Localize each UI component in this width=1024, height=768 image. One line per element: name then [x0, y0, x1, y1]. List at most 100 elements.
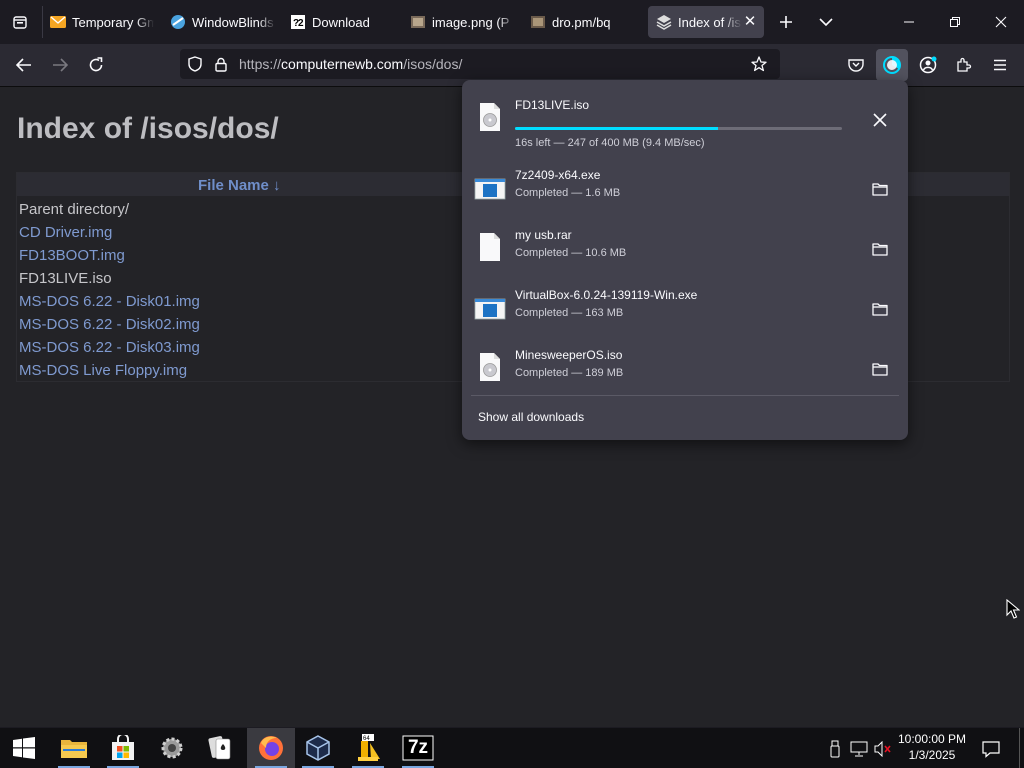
- download-item[interactable]: MinesweeperOS.iso Completed — 189 MB: [462, 340, 908, 400]
- taskbar-store[interactable]: [99, 728, 147, 768]
- list-all-tabs-button[interactable]: [814, 10, 838, 34]
- file-link[interactable]: MS-DOS 6.22 - Disk02.img: [19, 316, 200, 333]
- folder-icon: [872, 183, 888, 196]
- mouse-cursor-icon: [1006, 599, 1020, 619]
- taskbar-solitaire[interactable]: [196, 728, 244, 768]
- stack-icon: [656, 14, 672, 30]
- reload-icon: [89, 57, 103, 72]
- taskbar-7zip[interactable]: 7z: [394, 728, 442, 768]
- usb-tray-icon[interactable]: [826, 740, 844, 758]
- new-tab-button[interactable]: [774, 10, 798, 34]
- download-file-name: FD13LIVE.iso: [515, 98, 590, 112]
- taskbar-firefox[interactable]: [247, 728, 295, 768]
- taskbar-settings[interactable]: [148, 728, 196, 768]
- windows-taskbar: 64 7z 10:00:00 PM 1/3/2025: [0, 728, 1024, 768]
- download-progress-bar: [515, 127, 842, 130]
- action-center-button[interactable]: [982, 740, 1000, 758]
- show-in-folder-button[interactable]: [868, 237, 892, 261]
- plus-icon: [780, 16, 792, 28]
- download-status: Completed — 1.6 MB: [515, 187, 621, 199]
- show-desktop-button[interactable]: [1019, 728, 1024, 768]
- taskbar-app-64[interactable]: 64: [344, 728, 392, 768]
- download-file-name: VirtualBox-6.0.24-139119-Win.exe: [515, 288, 698, 302]
- disc-image-icon: [480, 353, 500, 381]
- tab-close-icon[interactable]: ✕: [742, 14, 758, 30]
- download-progress-icon: [883, 56, 901, 74]
- volume-muted-tray-icon[interactable]: [874, 740, 892, 758]
- downloads-button[interactable]: [876, 49, 908, 81]
- tab-separator: [42, 6, 43, 38]
- folder-icon: [872, 363, 888, 376]
- download-item[interactable]: VirtualBox-6.0.24-139119-Win.exe Complet…: [462, 280, 908, 340]
- tab-dro-pm[interactable]: dro.pm/bq: [530, 6, 640, 38]
- close-window-button[interactable]: [978, 4, 1024, 40]
- download-site-icon: ? 2: [290, 14, 306, 30]
- pocket-icon: [848, 59, 864, 72]
- hamburger-menu-icon: [994, 59, 1006, 71]
- download-status: Completed — 163 MB: [515, 307, 624, 319]
- settings-gear-icon: [161, 737, 183, 759]
- show-in-folder-button[interactable]: [868, 357, 892, 381]
- taskbar-clock[interactable]: 10:00:00 PM 1/3/2025: [896, 731, 968, 763]
- account-button[interactable]: [914, 51, 942, 79]
- file-link[interactable]: FD13BOOT.img: [19, 247, 125, 264]
- pocket-button[interactable]: [842, 51, 870, 79]
- file-link[interactable]: MS-DOS Live Floppy.img: [19, 362, 187, 379]
- start-icon: [13, 737, 35, 759]
- tab-windowblinds[interactable]: WindowBlinds: [170, 6, 276, 38]
- clock-time: 10:00:00 PM: [897, 732, 967, 746]
- url-scheme: https://: [239, 56, 282, 72]
- mail-icon: [50, 14, 66, 30]
- show-in-folder-button[interactable]: [868, 297, 892, 321]
- app-menu-button[interactable]: [986, 51, 1014, 79]
- download-file-name: MinesweeperOS.iso: [515, 348, 623, 362]
- download-item[interactable]: 7z2409-x64.exe Completed — 1.6 MB: [462, 160, 908, 220]
- taskbar-virtualbox[interactable]: [294, 728, 342, 768]
- lock-icon[interactable]: [212, 55, 230, 73]
- show-in-folder-button[interactable]: [868, 177, 892, 201]
- extensions-button[interactable]: [950, 51, 978, 79]
- file-icon: [480, 233, 500, 261]
- download-item[interactable]: FD13LIVE.iso 16s left — 247 of 400 MB (9…: [462, 90, 908, 150]
- url-bar[interactable]: https://computernewb.com/isos/dos/: [180, 49, 780, 79]
- page-title: Index of /isos/dos/: [17, 112, 279, 145]
- tab-temporary-gmail[interactable]: Temporary Gm: [50, 6, 154, 38]
- download-item[interactable]: my usb.rar Completed — 10.6 MB: [462, 220, 908, 280]
- url-host: computernewb.com: [281, 56, 404, 72]
- file-link[interactable]: CD Driver.img: [19, 224, 112, 241]
- download-file-name: 7z2409-x64.exe: [515, 168, 601, 182]
- firefox-view-button[interactable]: [8, 10, 32, 34]
- image-file-icon: [410, 14, 426, 30]
- show-all-downloads-button[interactable]: Show all downloads: [478, 410, 584, 424]
- start-button[interactable]: [0, 728, 48, 768]
- parent-directory-link[interactable]: Parent directory/: [19, 201, 129, 218]
- reload-button[interactable]: [82, 52, 110, 78]
- svg-text:2: 2: [298, 18, 304, 29]
- tab-title: Download: [312, 14, 370, 30]
- network-tray-icon[interactable]: [850, 740, 868, 758]
- panel-divider: [471, 395, 899, 396]
- tracking-protection-shield-icon[interactable]: [186, 55, 204, 73]
- file-link[interactable]: MS-DOS 6.22 - Disk03.img: [19, 339, 200, 356]
- windowblinds-icon: [170, 14, 186, 30]
- file-link[interactable]: MS-DOS 6.22 - Disk01.img: [19, 293, 200, 310]
- minimize-button[interactable]: [886, 4, 932, 40]
- firefox-view-icon: [13, 16, 27, 29]
- bookmark-star-icon[interactable]: [749, 54, 769, 74]
- account-icon: [919, 56, 937, 74]
- url-text[interactable]: https://computernewb.com/isos/dos/: [239, 56, 462, 72]
- file-link-visited[interactable]: FD13LIVE.iso: [19, 270, 112, 287]
- download-status: 16s left — 247 of 400 MB (9.4 MB/sec): [515, 137, 705, 149]
- tab-download[interactable]: ? 2 Download: [290, 6, 400, 38]
- exe-icon: [474, 178, 506, 200]
- cancel-download-button[interactable]: [868, 108, 892, 132]
- svg-text:64: 64: [363, 736, 370, 742]
- taskbar-file-explorer[interactable]: [50, 728, 98, 768]
- forward-arrow-icon: [53, 58, 68, 72]
- file-name-column-header[interactable]: File Name ↓: [198, 177, 281, 194]
- forward-button[interactable]: [46, 52, 74, 78]
- tab-image-png[interactable]: image.png (P: [410, 6, 516, 38]
- back-button[interactable]: [10, 52, 38, 78]
- restore-button[interactable]: [932, 4, 978, 40]
- tab-index-of-isos[interactable]: Index of /is ✕: [648, 6, 764, 38]
